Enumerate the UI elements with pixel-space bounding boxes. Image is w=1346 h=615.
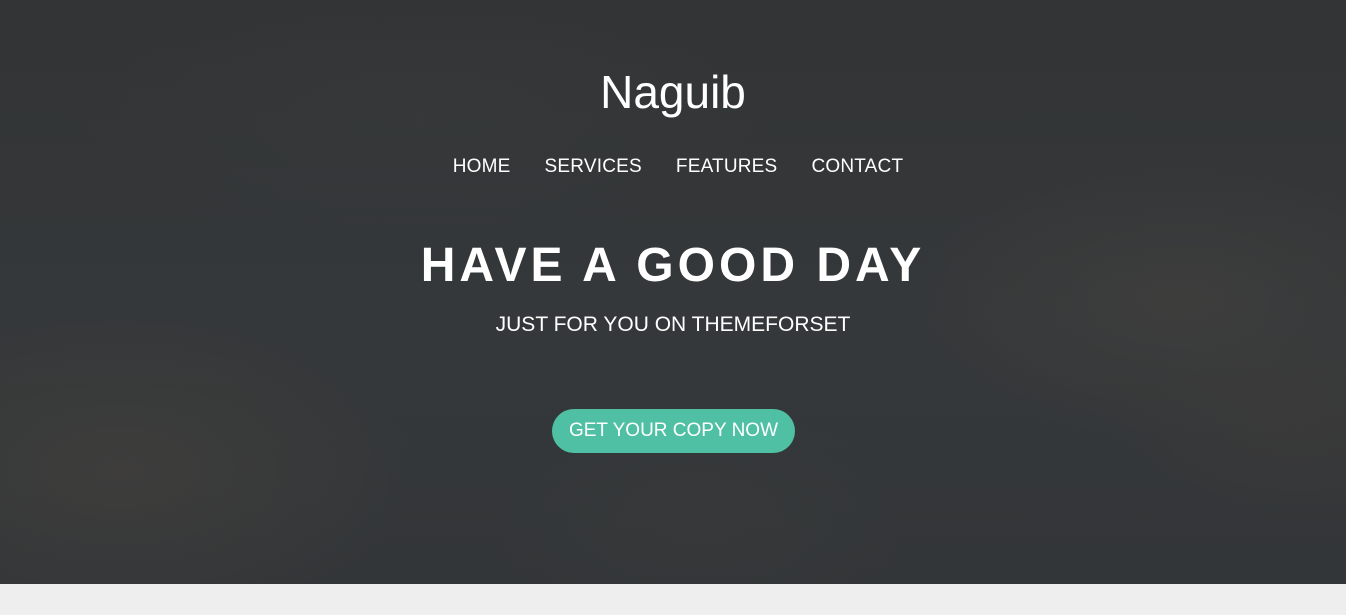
nav-item-features[interactable]: FEATURES (666, 155, 778, 179)
nav-item-home[interactable]: HOME (443, 155, 511, 179)
nav-item-contact[interactable]: CONTACT (801, 155, 903, 179)
nav-item-services[interactable]: SERVICES (535, 155, 642, 179)
get-copy-button[interactable]: GET YOUR COPY NOW (551, 409, 796, 453)
page-below-hero (0, 584, 1346, 615)
main-nav: HOME SERVICES FEATURES CONTACT (0, 155, 1346, 179)
hero-section: Naguib HOME SERVICES FEATURES CONTACT HA… (0, 0, 1346, 584)
site-brand[interactable]: Naguib (0, 64, 1346, 120)
cta-container: GET YOUR COPY NOW (0, 409, 1346, 453)
hero-headline: HAVE A GOOD DAY (420, 239, 926, 292)
hero-subheadline: JUST FOR YOU ON THEMEFORSET (495, 313, 851, 336)
